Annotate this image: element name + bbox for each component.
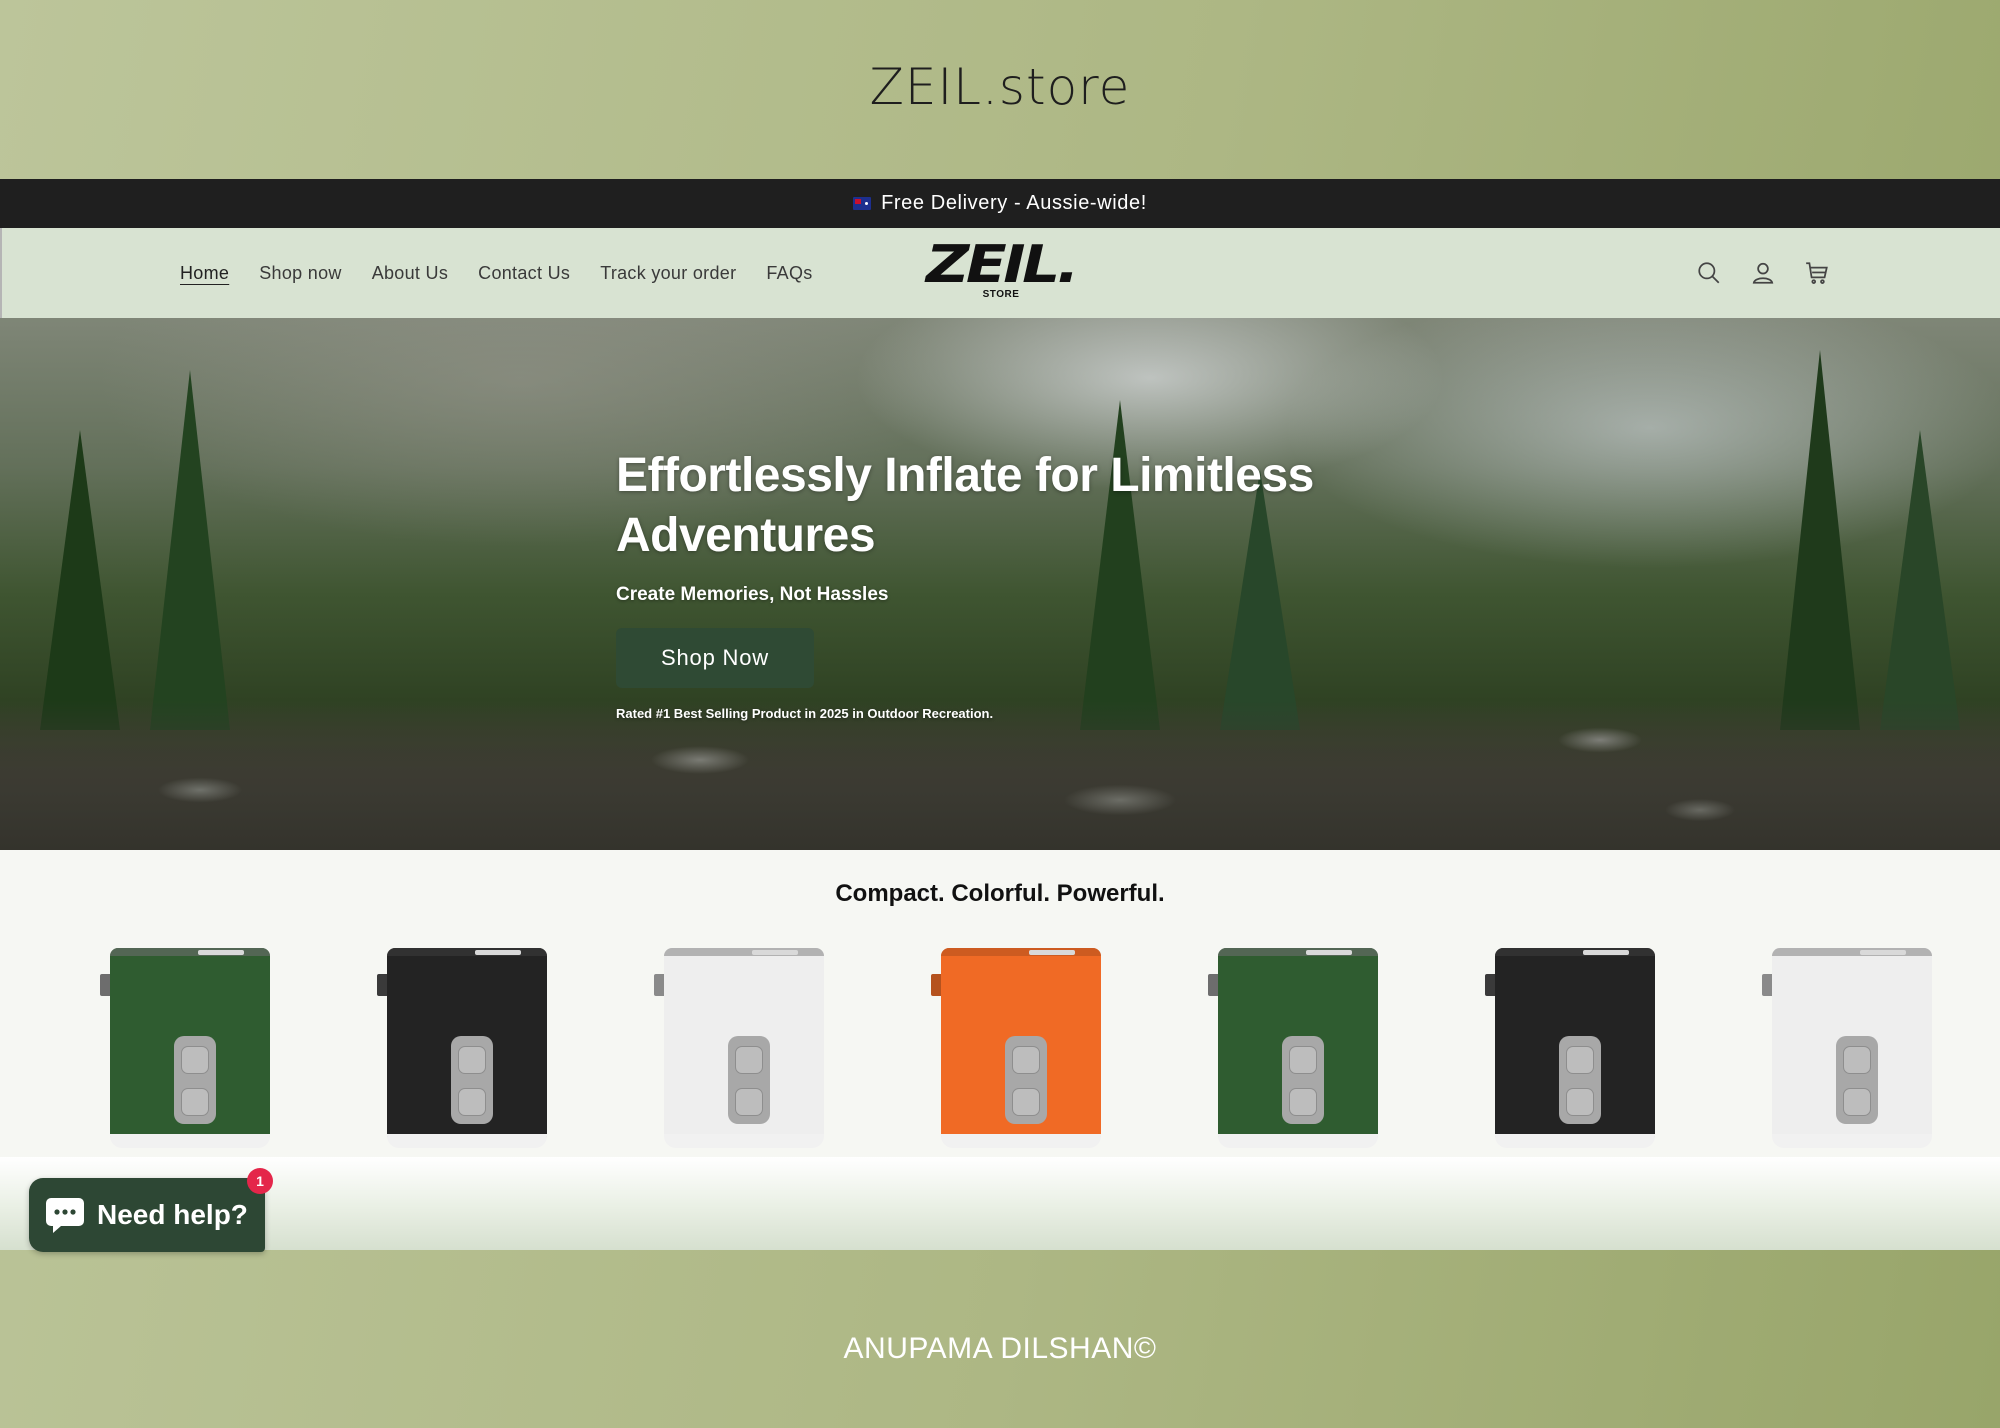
- pump-top: [664, 948, 824, 956]
- pump-control-panel: [1836, 1036, 1878, 1124]
- nav-track-order[interactable]: Track your order: [600, 263, 736, 284]
- logo-wordmark: ZEIL.: [925, 235, 1079, 295]
- battery-button-icon: [1566, 1088, 1594, 1116]
- frame-title: ZEIL.store: [869, 58, 1131, 116]
- pump-base-band: [110, 1134, 270, 1148]
- hero-title: Effortlessly Inflate for Limitless Adven…: [616, 449, 1314, 562]
- announcement-bar: Free Delivery - Aussie-wide!: [0, 179, 2000, 228]
- hero-subtitle: Create Memories, Not Hassles: [616, 584, 889, 605]
- pump-top: [387, 948, 547, 956]
- hero-bg-tree: [1780, 350, 1860, 730]
- pump-top: [1772, 948, 1932, 956]
- battery-button-icon: [1012, 1088, 1040, 1116]
- product-card-white-pump[interactable]: [654, 948, 824, 1148]
- hero-rating-note: Rated #1 Best Selling Product in 2025 in…: [616, 706, 994, 721]
- product-row: [100, 948, 1932, 1148]
- pump-base-band: [1772, 1134, 1932, 1148]
- product-card-green-pump[interactable]: [100, 948, 270, 1148]
- pump-control-panel: [1282, 1036, 1324, 1124]
- site-header: Home Shop now About Us Contact Us Track …: [0, 228, 2000, 318]
- search-icon[interactable]: [1696, 260, 1722, 286]
- account-icon[interactable]: [1750, 260, 1776, 286]
- product-card-black-pump[interactable]: [377, 948, 547, 1148]
- announcement-text: Free Delivery - Aussie-wide!: [881, 192, 1147, 214]
- pump-vent: [475, 950, 521, 955]
- hero-bg-tree: [150, 370, 230, 730]
- product-card-orange-pump[interactable]: [931, 948, 1101, 1148]
- main-nav: Home Shop now About Us Contact Us Track …: [180, 228, 813, 318]
- battery-button-icon: [1289, 1088, 1317, 1116]
- pump-vent: [1583, 950, 1629, 955]
- pump-top: [1495, 948, 1655, 956]
- battery-button-icon: [1843, 1088, 1871, 1116]
- header-actions: [1696, 228, 1830, 318]
- pump-control-panel: [1005, 1036, 1047, 1124]
- power-button-icon: [735, 1046, 763, 1074]
- pump-top: [110, 948, 270, 956]
- battery-button-icon: [735, 1088, 763, 1116]
- pump-vent: [1306, 950, 1352, 955]
- battery-button-icon: [458, 1088, 486, 1116]
- hero-banner: Effortlessly Inflate for Limitless Adven…: [0, 318, 2000, 850]
- pump-top: [941, 948, 1101, 956]
- website-screenshot: Free Delivery - Aussie-wide! Home Shop n…: [0, 179, 2000, 1250]
- pump-vent: [752, 950, 798, 955]
- nav-about-us[interactable]: About Us: [372, 263, 448, 284]
- cart-icon[interactable]: [1804, 260, 1830, 286]
- product-showcase: Compact. Colorful. Powerful.: [0, 850, 2000, 1157]
- nav-shop-now[interactable]: Shop now: [259, 263, 341, 284]
- need-help-chat-button[interactable]: Need help? 1: [29, 1168, 273, 1252]
- pump-top: [1218, 948, 1378, 956]
- frame-footer: ANUPAMA DILSHAN©: [843, 1332, 1157, 1365]
- showcase-title: Compact. Colorful. Powerful.: [835, 880, 1165, 907]
- power-button-icon: [181, 1046, 209, 1074]
- pump-vent: [1029, 950, 1075, 955]
- power-button-icon: [1843, 1046, 1871, 1074]
- chat-bubble-icon: [46, 1198, 84, 1233]
- power-button-icon: [1566, 1046, 1594, 1074]
- australia-flag-icon: [853, 197, 872, 210]
- battery-button-icon: [181, 1088, 209, 1116]
- pump-base-band: [664, 1134, 824, 1148]
- hero-bg-tree: [40, 430, 120, 730]
- hero-bg-tree: [1880, 430, 1960, 730]
- product-card-black-pump[interactable]: [1485, 948, 1655, 1148]
- pump-base-band: [1218, 1134, 1378, 1148]
- pump-control-panel: [728, 1036, 770, 1124]
- pump-control-panel: [174, 1036, 216, 1124]
- power-button-icon: [1289, 1046, 1317, 1074]
- nav-home[interactable]: Home: [180, 263, 229, 284]
- shop-now-button[interactable]: Shop Now: [616, 628, 814, 688]
- pump-base-band: [387, 1134, 547, 1148]
- pump-base-band: [941, 1134, 1101, 1148]
- hero-bg-rocks: [0, 700, 2000, 850]
- product-card-green-pump[interactable]: [1208, 948, 1378, 1148]
- nav-faqs[interactable]: FAQs: [766, 263, 812, 284]
- pump-vent: [1860, 950, 1906, 955]
- section-divider: [0, 1157, 2000, 1250]
- power-button-icon: [1012, 1046, 1040, 1074]
- pump-base-band: [1495, 1134, 1655, 1148]
- pump-control-panel: [1559, 1036, 1601, 1124]
- nav-contact-us[interactable]: Contact Us: [478, 263, 570, 284]
- power-button-icon: [458, 1046, 486, 1074]
- product-card-white-pump[interactable]: [1762, 948, 1932, 1148]
- pump-control-panel: [451, 1036, 493, 1124]
- notification-badge: 1: [247, 1168, 273, 1194]
- site-logo[interactable]: ZEIL. STORE: [920, 239, 1082, 304]
- pump-vent: [198, 950, 244, 955]
- hero-content: Effortlessly Inflate for Limitless Adven…: [616, 446, 1416, 721]
- need-help-label: Need help?: [97, 1199, 248, 1230]
